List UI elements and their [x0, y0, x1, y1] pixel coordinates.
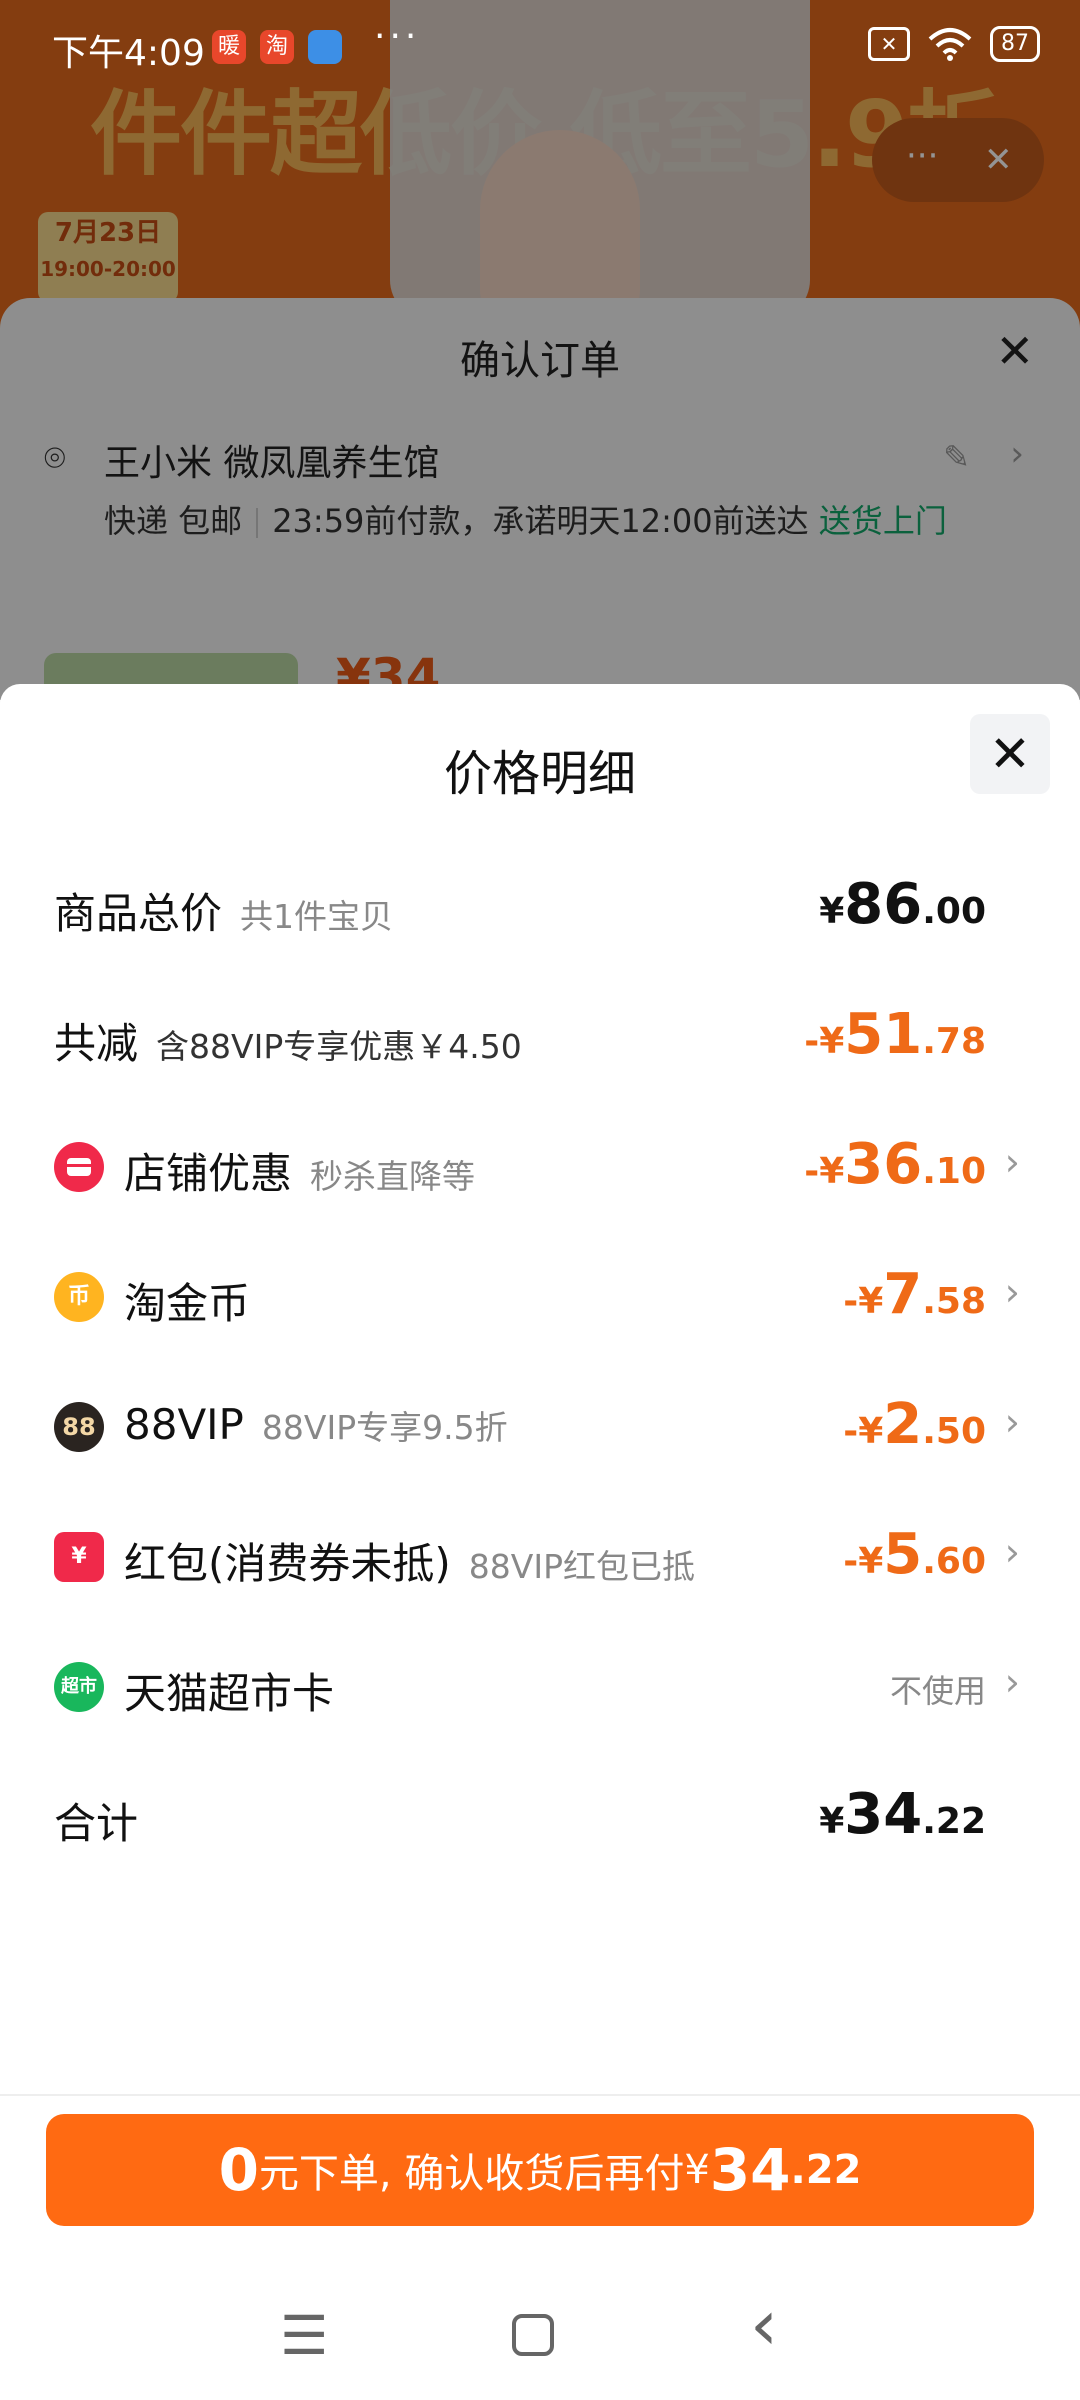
chevron-right-icon: › [1004, 1270, 1020, 1314]
amount-decimal: .58 [922, 1281, 986, 1322]
row-amount: -¥2.50 [843, 1392, 986, 1457]
row-amount: -¥51.78 [804, 1002, 986, 1067]
row-label-text: 店铺优惠 [124, 1149, 293, 1198]
amount-integer: 2 [883, 1392, 923, 1457]
row-label: 红包(消费券未抵) 88VIP红包已抵 [124, 1530, 695, 1591]
divider [0, 2094, 1080, 2096]
sheet-title: 价格明细 [443, 746, 636, 802]
row-tmall-supermarket-card[interactable]: 超市 天猫超市卡 不使用 › [54, 1646, 1020, 1726]
pay-zero: 0 [218, 2136, 259, 2204]
amount-integer: 51 [844, 1002, 923, 1067]
row-label: 天猫超市卡 [124, 1660, 334, 1721]
row-store-discount[interactable]: 店铺优惠 秒杀直降等 -¥36.10 › [54, 1126, 1020, 1206]
amount-decimal: .50 [922, 1411, 986, 1452]
store-icon [54, 1142, 104, 1192]
vip88-icon: 88 [54, 1402, 104, 1452]
row-amount: -¥5.60 [843, 1522, 986, 1587]
row-note: 秒杀直降等 [310, 1157, 476, 1196]
row-label: 商品总价 共1件宝贝 [54, 880, 393, 941]
amount-symbol: -¥ [804, 1021, 845, 1062]
back-icon[interactable]: ‹ [750, 2284, 778, 2366]
no-sim-icon: ✕ [868, 27, 910, 61]
row-note: 88VIP红包已抵 [468, 1547, 695, 1586]
chevron-right-icon: › [1004, 1400, 1020, 1444]
row-label: 88VIP 88VIP专享9.5折 [124, 1400, 508, 1449]
taobao-badge-icon: 淘 [260, 30, 294, 64]
row-label-text: 合计 [54, 1799, 139, 1848]
price-detail-sheet: 价格明细 ✕ 商品总价 共1件宝贝 ¥86.00 共减 含88VIP专享优惠￥4.5… [0, 684, 1080, 2400]
row-label-text: 共减 [54, 1019, 139, 1068]
amount-symbol: ¥ [819, 891, 845, 932]
pay-symbol: ¥ [684, 2147, 710, 2193]
row-amount: ¥86.00 [819, 872, 986, 937]
row-88vip[interactable]: 88 88VIP 88VIP专享9.5折 -¥2.50 › [54, 1386, 1020, 1466]
amount-symbol: -¥ [843, 1281, 884, 1322]
close-button[interactable]: ✕ [970, 714, 1050, 794]
pay-decimal: .22 [790, 2147, 862, 2193]
row-label-text: 商品总价 [54, 889, 223, 938]
battery-icon: 87 [990, 26, 1040, 62]
row-note: 共1件宝贝 [240, 897, 394, 936]
row-red-packet[interactable]: ¥ 红包(消费券未抵) 88VIP红包已抵 -¥5.60 › [54, 1516, 1020, 1596]
amount-integer: 34 [844, 1782, 923, 1847]
close-icon: ✕ [989, 725, 1031, 783]
amount-integer: 36 [844, 1132, 923, 1197]
wifi-icon [928, 28, 972, 61]
row-amount: -¥36.10 [804, 1132, 986, 1197]
row-note: 含88VIP专享优惠￥4.50 [156, 1027, 522, 1066]
row-label-text: 天猫超市卡 [124, 1669, 335, 1718]
amount-symbol: -¥ [843, 1541, 884, 1582]
row-note: 88VIP专享9.5折 [261, 1408, 508, 1447]
pay-text: 元下单, 确认收货后再付 [258, 2151, 685, 2197]
status-right-icons: ✕ 87 [868, 26, 1040, 62]
amount-symbol: ¥ [819, 1801, 845, 1842]
supermarket-icon: 超市 [54, 1662, 104, 1712]
row-value: 不使用 [889, 1672, 986, 1710]
amount-integer: 5 [883, 1522, 923, 1587]
status-bar: 下午4:09 暖 淘 ··· ✕ 87 [0, 0, 1080, 96]
row-grand-total: 合计 ¥34.22 [54, 1776, 1020, 1856]
row-total-discount: 共减 含88VIP专享优惠￥4.50 -¥51.78 [54, 996, 1020, 1076]
amount-symbol: -¥ [843, 1411, 884, 1452]
amount-decimal: .10 [922, 1151, 986, 1192]
row-label: 淘金币 [124, 1270, 250, 1331]
row-taojinbi[interactable]: 币 淘金币 -¥7.58 › [54, 1256, 1020, 1336]
pay-later-button[interactable]: 0 元下单, 确认收货后再付 ¥ 34 .22 [46, 2114, 1034, 2226]
system-nav-bar: ☰ ‹ [0, 2274, 1080, 2400]
amount-integer: 86 [844, 872, 923, 937]
amount-integer: 7 [883, 1262, 923, 1327]
chevron-right-icon: › [1004, 1140, 1020, 1184]
coin-icon: 币 [54, 1272, 104, 1322]
amount-decimal: .60 [922, 1541, 986, 1582]
amount-decimal: .00 [922, 891, 986, 932]
card-badge-icon [308, 30, 342, 64]
dim-overlay[interactable] [0, 0, 1080, 700]
row-amount: -¥7.58 [843, 1262, 986, 1327]
row-label-text: 88VIP [124, 1400, 244, 1449]
row-label: 共减 含88VIP专享优惠￥4.50 [54, 1010, 522, 1071]
status-time: 下午4:09 [52, 33, 205, 74]
row-label: 合计 [54, 1790, 138, 1851]
more-notifications-icon: ··· [374, 16, 421, 57]
row-amount: ¥34.22 [819, 1782, 986, 1847]
amount-decimal: .22 [922, 1801, 986, 1842]
row-label-text: 红包(消费券未抵) [124, 1539, 451, 1588]
amount-decimal: .78 [922, 1021, 986, 1062]
chevron-right-icon: › [1004, 1530, 1020, 1574]
app-badge-icon: 暖 [212, 30, 246, 64]
row-total-price: 商品总价 共1件宝贝 ¥86.00 [54, 866, 1020, 946]
chevron-right-icon: › [1004, 1660, 1020, 1704]
home-icon[interactable] [510, 2304, 556, 2371]
pay-integer: 34 [709, 2136, 791, 2204]
amount-symbol: -¥ [804, 1151, 845, 1192]
menu-icon[interactable]: ☰ [280, 2304, 328, 2367]
row-label-text: 淘金币 [124, 1279, 251, 1328]
row-label: 店铺优惠 秒杀直降等 [124, 1140, 475, 1201]
redpacket-icon: ¥ [54, 1532, 104, 1582]
notification-icons: 暖 淘 [212, 30, 342, 64]
